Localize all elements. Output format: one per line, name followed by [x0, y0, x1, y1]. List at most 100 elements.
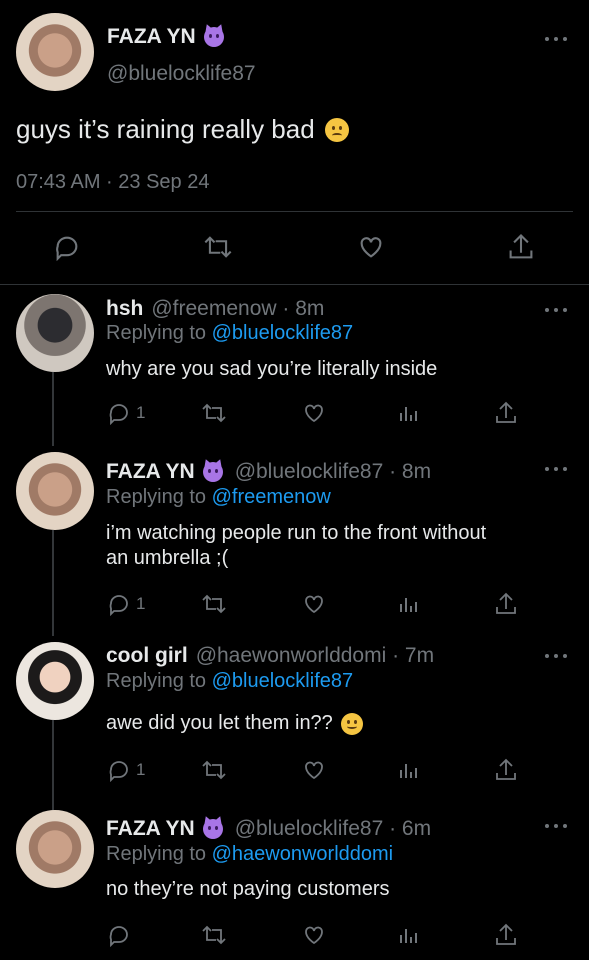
author-name[interactable]: hsh: [106, 297, 143, 321]
share-button[interactable]: [494, 922, 518, 948]
retweet-icon: [202, 594, 226, 614]
avatar[interactable]: [16, 452, 94, 530]
author-name[interactable]: FAZA YN: [107, 25, 196, 49]
reply-icon: [56, 236, 78, 261]
like-button[interactable]: [301, 923, 327, 947]
reply-button[interactable]: 1: [107, 758, 145, 782]
reply-text: why are you sad you’re literally inside: [106, 358, 438, 380]
retweet-button[interactable]: [203, 233, 233, 261]
mention-link[interactable]: @haewonworlddomi: [212, 843, 394, 865]
author-handle[interactable]: @bluelocklife87 · 6m: [235, 817, 431, 841]
reply-header: cool girl @haewonworlddomi · 7m: [106, 644, 434, 668]
retweet-icon: [202, 403, 226, 423]
thread-line: [52, 720, 54, 812]
retweet-icon: [204, 236, 232, 258]
more-icon[interactable]: [545, 823, 567, 829]
replying-to: Replying to @bluelocklife87: [106, 670, 353, 693]
author-name[interactable]: FAZA YN: [106, 460, 195, 484]
thread-line: [52, 530, 54, 636]
share-icon: [496, 923, 516, 945]
author-handle[interactable]: @haewonworlddomi · 7m: [196, 644, 434, 668]
retweet-icon: [202, 760, 226, 780]
more-icon[interactable]: [545, 466, 567, 472]
smiling-devil-emoji: [202, 462, 223, 482]
share-button[interactable]: [494, 757, 518, 783]
mention-link[interactable]: @bluelocklife87: [212, 322, 354, 344]
reply-text: no they’re not paying customers: [106, 878, 390, 900]
replying-to: Replying to @haewonworlddomi: [106, 843, 393, 866]
reply-button[interactable]: [53, 233, 81, 261]
smiling-devil-emoji: [203, 27, 224, 47]
heart-icon: [305, 926, 323, 945]
replying-label: Replying to: [106, 843, 207, 865]
like-button[interactable]: [301, 401, 327, 425]
share-button[interactable]: [494, 400, 518, 426]
reply-text: awe did you let them in??: [106, 712, 333, 734]
views-button[interactable]: [398, 401, 420, 425]
retweet-button[interactable]: [201, 592, 227, 616]
author-handle[interactable]: @bluelocklife87: [107, 62, 256, 86]
retweet-icon: [202, 925, 226, 945]
author-name[interactable]: FAZA YN: [106, 817, 195, 841]
views-icon: [400, 407, 417, 421]
reply-icon: [109, 595, 128, 616]
views-icon: [400, 598, 417, 612]
retweet-button[interactable]: [201, 401, 227, 425]
reply-icon: [109, 761, 128, 782]
like-button[interactable]: [301, 758, 327, 782]
reply-text-row: awe did you let them in??: [106, 711, 363, 736]
more-icon[interactable]: [545, 36, 567, 42]
reply-header: hsh @freemenow · 8m: [106, 297, 324, 321]
divider: [0, 284, 589, 285]
views-button[interactable]: [398, 592, 420, 616]
replying-label: Replying to: [106, 486, 207, 508]
author-name-row: FAZA YN: [107, 25, 224, 49]
heart-icon: [360, 237, 382, 258]
mention-link[interactable]: @bluelocklife87: [212, 670, 354, 692]
reply-text-line: i’m watching people run to the front wit…: [106, 522, 487, 544]
views-icon: [400, 929, 417, 943]
tweet-text: guys it’s raining really bad: [16, 114, 315, 144]
author-name[interactable]: cool girl: [106, 644, 188, 668]
like-button[interactable]: [356, 233, 386, 261]
like-button[interactable]: [301, 592, 327, 616]
reply-icon: [109, 926, 128, 947]
reply-button[interactable]: 1: [107, 592, 145, 616]
reply-button[interactable]: [107, 923, 131, 947]
mention-link[interactable]: @freemenow: [212, 486, 331, 508]
avatar[interactable]: [16, 810, 94, 888]
reply-text-line: an umbrella ;(: [106, 547, 229, 569]
more-icon[interactable]: [545, 653, 567, 659]
share-icon: [509, 233, 533, 259]
divider: [16, 211, 573, 212]
views-button[interactable]: [398, 923, 420, 947]
reply-header: FAZA YN @bluelocklife87 · 8m: [106, 460, 431, 484]
reply-count: 1: [136, 403, 146, 422]
author-handle[interactable]: @freemenow · 8m: [151, 297, 324, 321]
share-icon: [496, 401, 516, 423]
replying-label: Replying to: [106, 670, 207, 692]
retweet-button[interactable]: [201, 923, 227, 947]
reply-text: i’m watching people run to the front wit…: [106, 521, 486, 571]
avatar[interactable]: [16, 642, 94, 720]
share-button[interactable]: [507, 232, 535, 262]
timestamp[interactable]: 07:43 AM · 23 Sep 24: [16, 171, 209, 194]
views-button[interactable]: [398, 758, 420, 782]
frowning-face-emoji: [324, 117, 349, 142]
more-icon[interactable]: [545, 307, 567, 313]
avatar[interactable]: [16, 294, 94, 372]
share-button[interactable]: [494, 591, 518, 617]
smiling-devil-emoji: [202, 819, 223, 839]
thread-line: [52, 372, 54, 446]
replying-to: Replying to @freemenow: [106, 486, 331, 509]
heart-icon: [305, 761, 323, 780]
retweet-button[interactable]: [201, 758, 227, 782]
replying-to: Replying to @bluelocklife87: [106, 322, 353, 345]
share-icon: [496, 592, 516, 614]
heart-icon: [305, 404, 323, 423]
reply-button[interactable]: 1: [107, 401, 145, 425]
avatar[interactable]: [16, 13, 94, 91]
author-handle[interactable]: @bluelocklife87 · 8m: [235, 460, 431, 484]
reply-count: 1: [136, 760, 146, 779]
replying-label: Replying to: [106, 322, 207, 344]
